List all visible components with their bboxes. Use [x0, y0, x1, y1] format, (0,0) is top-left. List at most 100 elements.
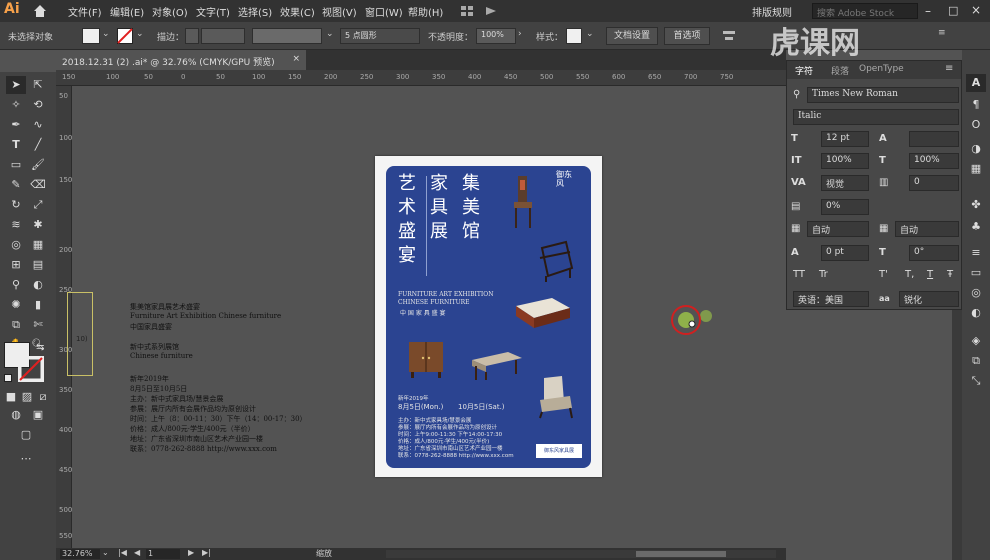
arrange-documents-icon[interactable] — [484, 5, 498, 17]
font-size-field[interactable]: 12 pt — [821, 131, 869, 147]
paintbrush-icon[interactable]: 🖌 — [28, 156, 48, 174]
graph-tool-icon[interactable]: ▮ — [28, 296, 48, 314]
gradient-mode-icon[interactable]: ▨ — [20, 388, 34, 406]
stroke-swatch-icon[interactable] — [117, 28, 133, 44]
stroke-stepper[interactable] — [185, 28, 199, 44]
pen-tool-icon[interactable]: ✒ — [6, 116, 26, 134]
font-style-field[interactable]: Italic — [793, 109, 959, 125]
swap-colors-icon[interactable]: ⇆ — [36, 342, 44, 353]
first-artboard-icon[interactable]: |◀ — [118, 548, 127, 557]
slice-tool-icon[interactable]: ✄ — [28, 316, 48, 334]
zoom-field[interactable]: 32.76% — [60, 549, 100, 559]
menu-select[interactable]: 选择(S) — [238, 4, 272, 19]
line-tool-icon[interactable]: ╱ — [28, 136, 48, 154]
aki-left-field[interactable]: 自动 — [807, 221, 869, 237]
tracking-field[interactable]: 0 — [909, 175, 959, 191]
tsume-field[interactable]: 0% — [821, 199, 869, 215]
artboard-field[interactable]: 1 — [146, 549, 180, 559]
transparency-icon[interactable]: ◎ — [966, 284, 986, 302]
gradient-panel-icon[interactable]: ▭ — [966, 264, 986, 282]
scale-tool-icon[interactable]: ⤢ — [28, 196, 48, 214]
align-icon[interactable] — [722, 30, 736, 42]
bridge-icon[interactable] — [460, 5, 474, 17]
menu-window[interactable]: 窗口(W) — [365, 4, 403, 19]
swatches-icon[interactable]: ▦ — [966, 160, 986, 178]
stock-search-input[interactable]: 搜索 Adobe Stock — [812, 3, 918, 19]
panel-menu-icon[interactable]: ≡ — [938, 28, 946, 38]
tab-character[interactable]: 字符 — [795, 64, 813, 77]
variable-width-profile[interactable] — [252, 28, 322, 44]
tab-paragraph[interactable]: 段落 — [831, 64, 849, 77]
home-icon[interactable] — [32, 3, 48, 19]
opentype-icon[interactable]: O — [966, 116, 986, 134]
paragraph-panel-icon[interactable]: ¶ — [966, 96, 986, 114]
chevron-down-icon[interactable]: ⌄ — [586, 29, 594, 39]
default-colors-icon[interactable] — [4, 374, 12, 382]
chevron-down-icon[interactable]: ⌄ — [102, 548, 109, 557]
stroke-color-icon[interactable] — [18, 356, 44, 382]
font-family-field[interactable]: Times New Roman — [807, 87, 959, 103]
symbol-sprayer-icon[interactable]: ✺ — [6, 296, 26, 314]
artboard-tool-icon[interactable]: ⧉ — [6, 316, 26, 334]
maximize-icon[interactable]: □ — [948, 4, 958, 17]
document-tab[interactable]: 2018.12.31 (2) .ai* @ 32.76% (CMYK/GPU 预… — [56, 50, 306, 70]
leading-field[interactable] — [909, 131, 959, 147]
stroke-weight-field[interactable] — [201, 28, 245, 44]
screen-mode-icon[interactable]: ▣ — [28, 406, 48, 424]
menu-file[interactable]: 文件(F) — [68, 4, 102, 19]
document-setup-button[interactable]: 文档设置 — [606, 27, 658, 45]
underline-button[interactable]: T — [927, 267, 943, 283]
close-tab-icon[interactable]: × — [292, 54, 300, 64]
subscript-button[interactable]: T, — [905, 267, 921, 283]
eraser-icon[interactable]: ⌫ — [28, 176, 48, 194]
type-tool-icon[interactable]: T — [6, 136, 26, 154]
next-artboard-icon[interactable]: ▶ — [188, 548, 194, 557]
gradient-tool-icon[interactable]: ▤ — [28, 256, 48, 274]
close-window-icon[interactable]: × — [971, 3, 981, 17]
poster[interactable]: 集美馆 家具展 艺术盛宴 御东风 FURNITURE ART EXHIBITIO… — [386, 166, 591, 468]
tab-opentype[interactable]: OpenType — [859, 64, 904, 74]
vertical-scale-field[interactable]: 100% — [821, 153, 869, 169]
color-mode-icon[interactable]: ■ — [4, 388, 18, 406]
aki-right-field[interactable]: 自动 — [895, 221, 959, 237]
graphic-style-swatch[interactable] — [566, 28, 582, 44]
none-mode-icon[interactable]: ⧄ — [36, 388, 50, 406]
rotate-tool-icon[interactable]: ↻ — [6, 196, 26, 214]
scroll-thumb[interactable] — [636, 551, 726, 557]
chevron-down-icon[interactable]: ⌄ — [102, 29, 110, 39]
fill-swatch[interactable] — [82, 28, 100, 44]
brushes-icon[interactable]: ✤ — [966, 196, 986, 214]
symbols-icon[interactable]: ♣ — [966, 218, 986, 236]
rectangle-tool-icon[interactable]: ▭ — [6, 156, 26, 174]
preferences-button[interactable]: 首选项 — [664, 27, 710, 45]
last-artboard-icon[interactable]: ▶| — [202, 548, 211, 557]
horizontal-scale-field[interactable]: 100% — [909, 153, 959, 169]
menu-object[interactable]: 对象(O) — [152, 4, 188, 19]
chevron-right-icon[interactable]: › — [518, 29, 522, 39]
language-field[interactable]: 英语：美国 — [793, 291, 869, 307]
blend-tool-icon[interactable]: ◐ — [28, 276, 48, 294]
minimize-icon[interactable]: – — [925, 4, 931, 18]
anti-alias-field[interactable]: 锐化 — [899, 291, 959, 307]
perspective-grid-icon[interactable]: ▦ — [28, 236, 48, 254]
warp-tool-icon[interactable]: ≋ — [6, 216, 26, 234]
chevron-down-icon[interactable]: ⌄ — [136, 29, 144, 39]
baseline-shift-field[interactable]: 0 pt — [821, 245, 869, 261]
character-panel-icon[interactable]: A — [966, 74, 986, 92]
artboards-icon[interactable]: ⧉ — [966, 352, 986, 370]
mesh-tool-icon[interactable]: ⊞ — [6, 256, 26, 274]
menu-effect[interactable]: 效果(C) — [280, 4, 315, 19]
prev-artboard-icon[interactable]: ◀ — [134, 548, 140, 557]
panel-menu-icon[interactable]: ≡ — [945, 63, 953, 74]
eyedropper-icon[interactable]: ⚲ — [6, 276, 26, 294]
transform-icon[interactable]: ⤡ — [966, 372, 986, 390]
menu-type[interactable]: 文字(T) — [196, 4, 230, 19]
selection-tool-icon[interactable]: ➤ — [6, 76, 26, 94]
brush-definition[interactable]: 5 点圆形 — [340, 28, 420, 44]
small-caps-button[interactable]: Tr — [819, 267, 835, 283]
appearance-icon[interactable]: ◐ — [966, 304, 986, 322]
opacity-field[interactable]: 100% — [476, 28, 516, 44]
superscript-button[interactable]: T' — [879, 267, 895, 283]
menu-edit[interactable]: 编辑(E) — [110, 4, 144, 19]
chevron-down-icon[interactable]: ⌄ — [326, 29, 334, 39]
